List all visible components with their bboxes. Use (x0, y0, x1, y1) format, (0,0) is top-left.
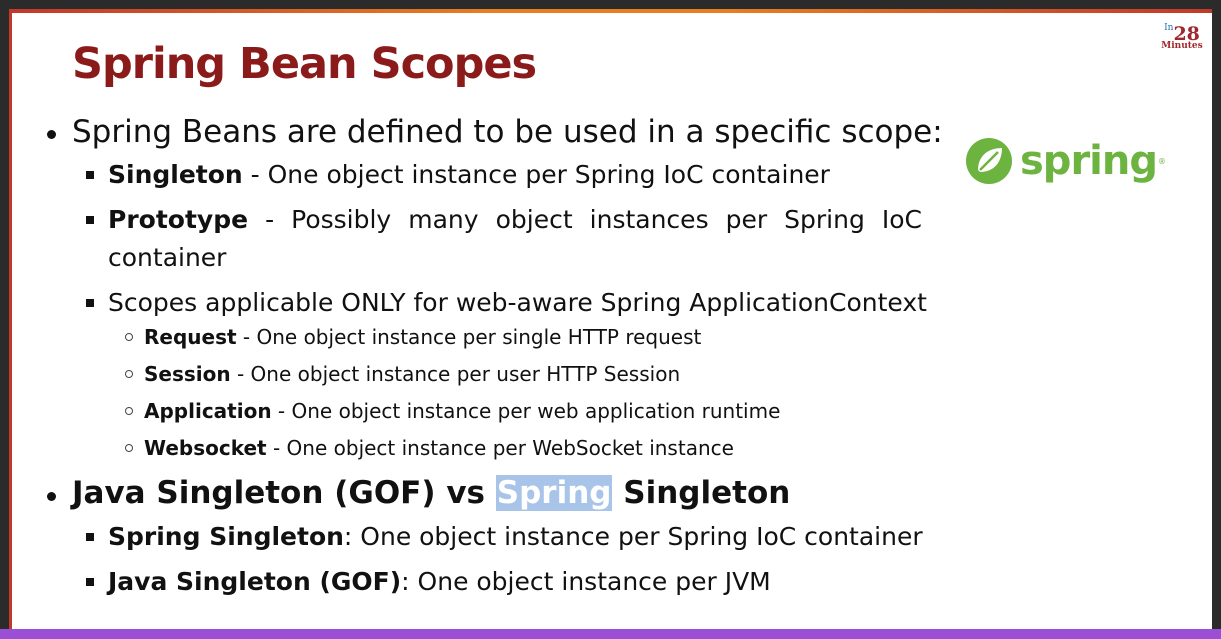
spring-leaf-icon (966, 138, 1012, 184)
bullet-dot (47, 492, 56, 501)
bullet-application: Application - One object instance per we… (144, 399, 781, 423)
bullet-square (86, 299, 94, 307)
bullet-circle (125, 370, 133, 378)
bullet-singleton: Singleton - One object instance per Spri… (108, 160, 830, 189)
slide-title: Spring Bean Scopes (72, 39, 537, 89)
bullet-web-scopes: Scopes applicable ONLY for web-aware Spr… (108, 288, 927, 317)
bullet-square (86, 171, 94, 179)
bullet-square (86, 533, 94, 541)
bullet-java-singleton: Java Singleton (GOF): One object instanc… (108, 567, 771, 596)
bottom-progress-bar (0, 629, 1221, 639)
bullet-dot (47, 130, 56, 139)
bullet-websocket: Websocket - One object instance per WebS… (144, 436, 734, 460)
in28minutes-logo: In28 Minutes (1159, 23, 1205, 51)
bullet-circle (125, 444, 133, 452)
bullet-prototype: Prototype - Possibly many object instanc… (108, 205, 922, 234)
bullet-scopes-intro: Spring Beans are defined to be used in a… (72, 114, 943, 150)
bullet-circle (125, 333, 133, 341)
top-rule (9, 9, 1212, 13)
logo-minutes: Minutes (1161, 41, 1203, 51)
bullet-java-vs-spring: Java Singleton (GOF) vs Spring Singleton (72, 475, 791, 511)
bullet-circle (125, 407, 133, 415)
spring-logo: spring ® (964, 135, 1166, 187)
bullet-square (86, 578, 94, 586)
bullet-request: Request - One object instance per single… (144, 325, 702, 349)
bullet-spring-singleton: Spring Singleton: One object instance pe… (108, 522, 923, 551)
slide: Spring Bean Scopes In28 Minutes spring ® … (9, 9, 1212, 629)
bullet-prototype-continued: container (108, 243, 227, 272)
bullet-square (86, 216, 94, 224)
selected-text-highlight[interactable]: Spring (495, 475, 613, 511)
spring-logo-text: spring (1020, 138, 1158, 184)
bullet-session: Session - One object instance per user H… (144, 362, 681, 386)
left-rule (9, 9, 12, 629)
